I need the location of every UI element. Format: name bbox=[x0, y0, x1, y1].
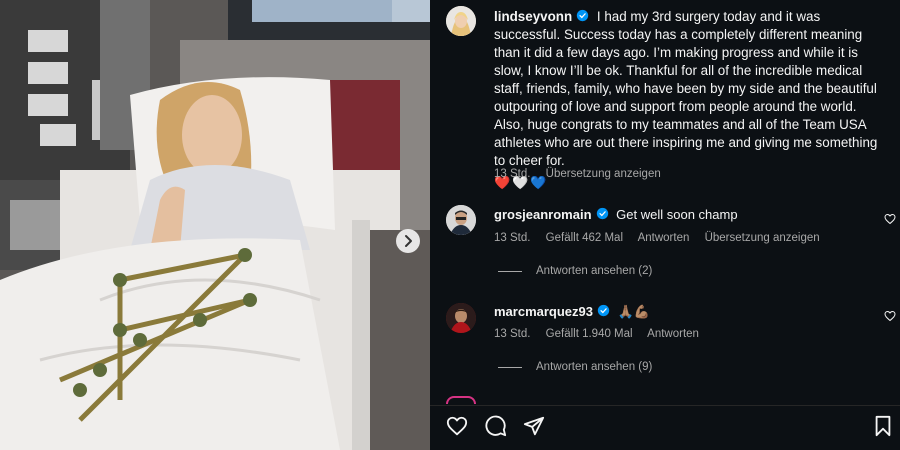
share-icon[interactable] bbox=[523, 415, 545, 437]
view-replies-1[interactable]: Antworten ansehen (2) bbox=[498, 265, 652, 277]
post-caption: lindseyvonn I had my 3rd surgery today a… bbox=[494, 8, 886, 192]
comment-2: marcmarquez93 🙏🏽💪🏽 bbox=[494, 304, 650, 320]
next-photo-button[interactable] bbox=[396, 229, 420, 253]
comment-text: Get well soon champ bbox=[616, 207, 738, 222]
post-translate-link[interactable]: Übersetzung anzeigen bbox=[546, 168, 661, 180]
instagram-post: lindseyvonn I had my 3rd surgery today a… bbox=[0, 0, 900, 450]
view-replies-label[interactable]: Antworten ansehen (9) bbox=[536, 361, 652, 373]
comment-text: 🙏🏽💪🏽 bbox=[617, 304, 650, 319]
heart-icon[interactable] bbox=[884, 310, 896, 322]
divider-line bbox=[498, 366, 522, 368]
commenter-avatar-partial[interactable] bbox=[446, 396, 476, 404]
comment-username[interactable]: marcmarquez93 bbox=[494, 304, 593, 319]
hospital-photo-illustration bbox=[0, 0, 430, 450]
commenter-avatar[interactable] bbox=[446, 303, 476, 333]
verified-badge-icon bbox=[576, 9, 589, 22]
view-replies-label[interactable]: Antworten ansehen (2) bbox=[536, 265, 652, 277]
verified-badge-icon bbox=[596, 207, 608, 220]
reply-link[interactable]: Antworten bbox=[638, 232, 690, 244]
comment-2-meta: 13 Std. Gefällt 1.940 Mal Antworten bbox=[494, 328, 711, 340]
post-meta: 13 Std. Übersetzung anzeigen bbox=[494, 168, 673, 180]
comment-time[interactable]: 13 Std. bbox=[494, 232, 530, 244]
comment-likes[interactable]: Gefällt 1.940 Mal bbox=[546, 328, 633, 340]
avatar-image bbox=[446, 205, 476, 235]
verified-badge-icon bbox=[597, 304, 610, 317]
view-replies-2[interactable]: Antworten ansehen (9) bbox=[498, 361, 652, 373]
comment-likes[interactable]: Gefällt 462 Mal bbox=[546, 232, 623, 244]
commenter-avatar[interactable] bbox=[446, 205, 476, 235]
avatar-image bbox=[446, 6, 476, 36]
comment-time[interactable]: 13 Std. bbox=[494, 328, 530, 340]
author-username[interactable]: lindseyvonn bbox=[494, 9, 572, 24]
heart-icon[interactable] bbox=[446, 415, 468, 437]
comment-1: grosjeanromain Get well soon champ bbox=[494, 207, 738, 222]
comment-username[interactable]: grosjeanromain bbox=[494, 207, 592, 222]
heart-icon[interactable] bbox=[884, 213, 896, 225]
post-time[interactable]: 13 Std. bbox=[494, 168, 530, 180]
divider-line bbox=[498, 270, 522, 272]
comment-icon[interactable] bbox=[485, 415, 507, 437]
author-avatar[interactable] bbox=[446, 6, 476, 36]
actions-divider bbox=[430, 405, 900, 406]
post-photo bbox=[0, 0, 430, 450]
comment-translate-link[interactable]: Übersetzung anzeigen bbox=[705, 232, 820, 244]
caption-text: I had my 3rd surgery today and it was su… bbox=[494, 9, 878, 168]
chevron-right-icon bbox=[405, 235, 412, 247]
comment-1-meta: 13 Std. Gefällt 462 Mal Antworten Überse… bbox=[494, 232, 832, 244]
reply-link[interactable]: Antworten bbox=[647, 328, 699, 340]
avatar-image bbox=[446, 303, 476, 333]
bookmark-icon[interactable] bbox=[873, 415, 893, 437]
